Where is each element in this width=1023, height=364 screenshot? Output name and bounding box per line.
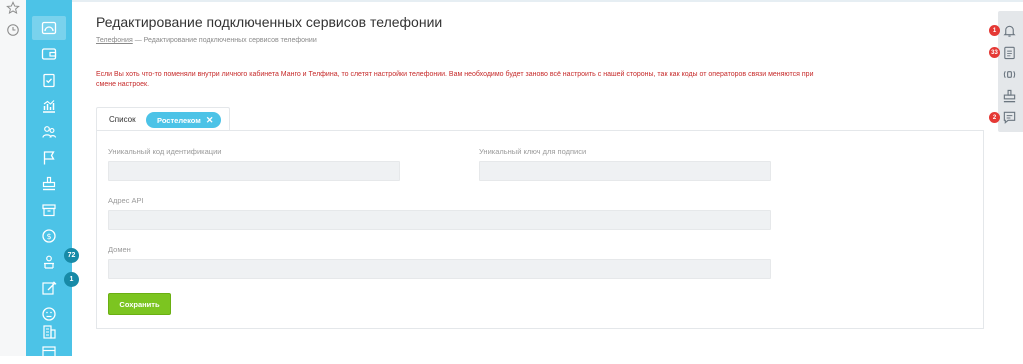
archive-icon	[42, 204, 56, 217]
edit-icon	[42, 281, 57, 295]
messages-badge: 2	[989, 112, 1000, 123]
sidebar-item-services[interactable]	[32, 172, 66, 196]
sidebar-badge-employees: 72	[64, 248, 79, 263]
tasks-badge: 33	[989, 47, 1000, 58]
chart-icon	[43, 100, 55, 113]
api-address-input[interactable]	[108, 210, 771, 230]
chip-label: Ростелеком	[157, 115, 201, 125]
sidebar-item-tasks[interactable]	[32, 68, 66, 92]
users-icon	[42, 126, 57, 138]
sidebar-item-archive[interactable]	[32, 198, 66, 222]
settings-form: Уникальный код идентификации Уникальный …	[96, 130, 984, 329]
stamp-icon[interactable]	[1002, 89, 1017, 104]
save-button[interactable]: Сохранить	[108, 293, 171, 315]
sidebar-item-dashboard[interactable]	[32, 16, 66, 40]
tab-chip-rostelecom[interactable]: Ростелеком ✕	[146, 112, 222, 128]
svg-text:$: $	[46, 232, 51, 241]
team-icon	[44, 255, 54, 269]
building-icon	[43, 325, 56, 339]
warning-message: Если Вы хоть что-то поменяли внутри личн…	[96, 71, 814, 88]
main-sidebar: $	[26, 0, 72, 359]
close-icon[interactable]: ✕	[206, 115, 214, 126]
calendar-icon	[42, 346, 56, 359]
id-code-label: Уникальный код идентификации	[108, 147, 222, 156]
sidebar-item-wallet[interactable]	[32, 42, 66, 66]
sidebar-badge-notes: 1	[64, 272, 79, 287]
sidebar-item-notes[interactable]	[32, 276, 66, 300]
sign-key-label: Уникальный ключ для подписи	[479, 147, 587, 156]
tab-list[interactable]: Список	[109, 115, 136, 124]
flag-icon	[43, 151, 55, 165]
breadcrumb: Телефония — Редактирование подключенных …	[96, 37, 317, 44]
page-title: Редактирование подключенных сервисов тел…	[96, 14, 443, 30]
broadcast-icon[interactable]	[1002, 67, 1017, 82]
top-border	[0, 0, 1023, 2]
sidebar-item-analytics[interactable]	[32, 94, 66, 118]
breadcrumb-link-telephony[interactable]: Телефония	[96, 37, 133, 44]
sign-key-input[interactable]	[479, 161, 771, 181]
coin-icon: $	[42, 229, 56, 243]
clipboard-icon[interactable]	[1002, 45, 1017, 60]
sidebar-item-finance[interactable]: $	[32, 224, 66, 248]
chat-icon[interactable]	[1002, 110, 1017, 125]
sidebar-item-flags[interactable]	[32, 146, 66, 170]
breadcrumb-current: Редактирование подключенных сервисов тел…	[143, 37, 317, 44]
clipboard-check-icon	[43, 73, 55, 88]
browser-mini-bar	[0, 0, 26, 356]
domain-label: Домен	[108, 245, 131, 254]
api-address-label: Адрес API	[108, 196, 144, 205]
sidebar-item-calendar[interactable]	[32, 340, 66, 364]
notifications-badge: 1	[989, 25, 1000, 36]
sidebar-item-clients[interactable]	[32, 120, 66, 144]
stamp-icon	[42, 176, 56, 191]
id-code-input[interactable]	[108, 161, 400, 181]
star-icon[interactable]	[6, 1, 20, 15]
sidebar-item-employees[interactable]	[32, 250, 66, 274]
bell-icon[interactable]	[1002, 23, 1017, 38]
dashboard-icon	[41, 21, 57, 35]
clock-icon[interactable]	[6, 23, 20, 37]
tab-bar: Список Ростелеком ✕	[96, 107, 230, 131]
breadcrumb-separator: —	[132, 37, 144, 44]
wallet-icon	[41, 48, 57, 60]
domain-input[interactable]	[108, 259, 771, 279]
